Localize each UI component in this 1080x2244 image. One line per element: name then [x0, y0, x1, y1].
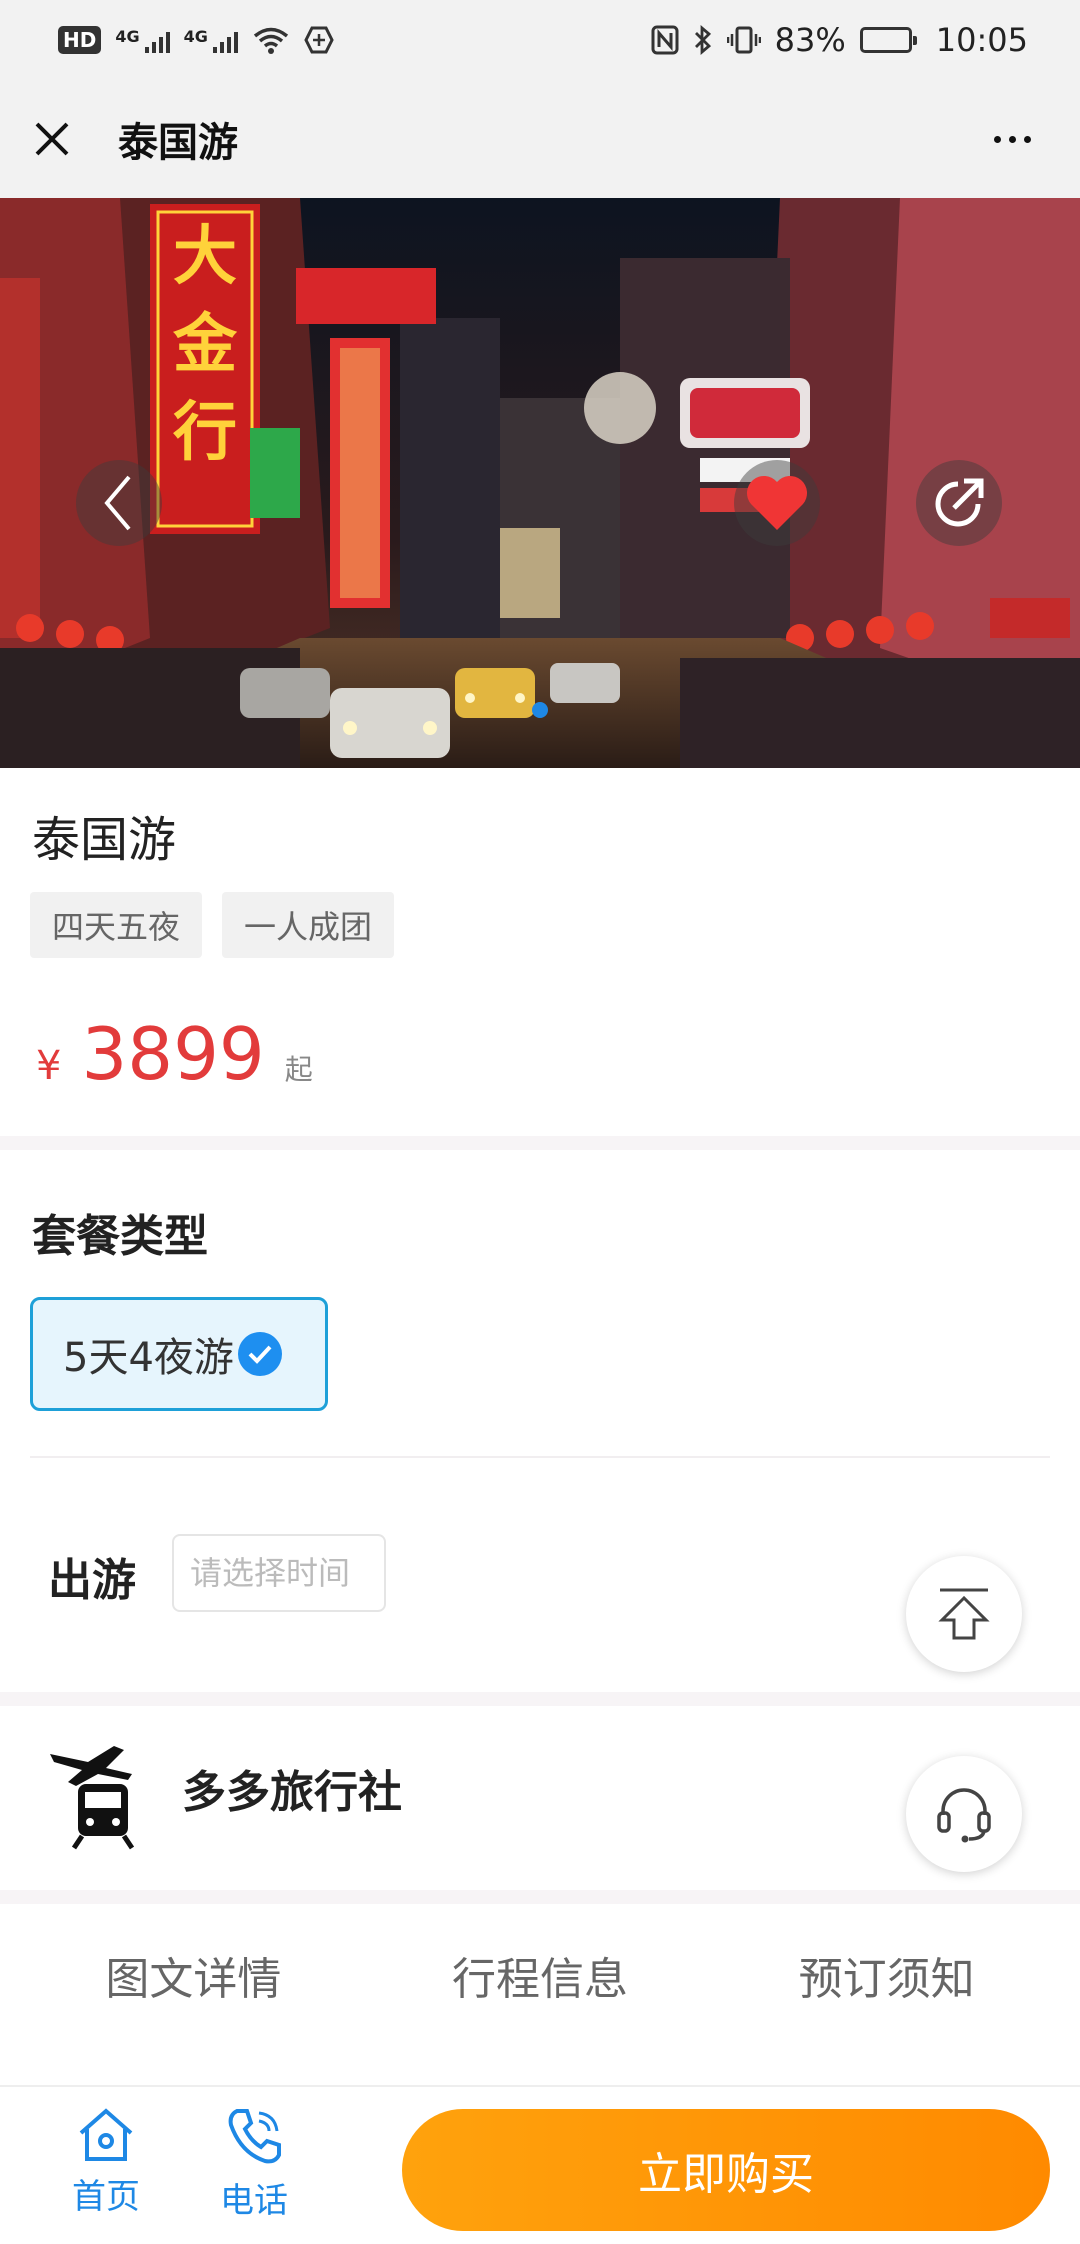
- favorite-button[interactable]: [734, 460, 820, 546]
- page-title: 泰国游: [118, 120, 238, 166]
- section-divider: [0, 1692, 1080, 1706]
- vibrate-icon: [726, 26, 761, 54]
- tab-booking-notes[interactable]: 预订须知: [737, 1943, 1037, 2007]
- nav-home-label: 首页: [72, 2177, 140, 2217]
- hero-image[interactable]: 大 金 行: [0, 198, 1080, 768]
- close-icon: [35, 122, 69, 156]
- shield-icon: [304, 26, 334, 54]
- more-button[interactable]: [982, 117, 1042, 161]
- tab-itinerary[interactable]: 行程信息: [390, 1943, 690, 2007]
- product-tags: 四天五夜 一人成团: [30, 892, 395, 958]
- tag-duration: 四天五夜: [30, 892, 203, 958]
- check-icon: [237, 1332, 282, 1376]
- clock: 10:05: [935, 21, 1028, 59]
- signal-icon: 4G: [115, 27, 170, 53]
- customer-service-button[interactable]: [906, 1756, 1022, 1872]
- departure-date-input[interactable]: [172, 1534, 386, 1612]
- hd-badge: HD: [58, 26, 102, 54]
- close-button[interactable]: [30, 117, 74, 161]
- nav-phone-label: 电话: [220, 2181, 288, 2221]
- street-scene-image: 大 金 行: [0, 198, 1080, 768]
- price-amount: 3899: [81, 1012, 265, 1096]
- package-option-label: 5天4夜游: [63, 1335, 234, 1381]
- price: ¥ 3899 起: [36, 1012, 313, 1096]
- product-title: 泰国游: [32, 812, 177, 868]
- share-button[interactable]: [916, 460, 1002, 546]
- tag-group: 一人成团: [222, 892, 395, 958]
- nfc-icon: [651, 25, 679, 55]
- section-divider: [0, 1890, 1080, 1904]
- share-icon: [935, 478, 984, 527]
- battery-icon: [859, 27, 917, 53]
- detail-tabs: 图文详情 行程信息 预订须知: [0, 1930, 1080, 2020]
- package-option[interactable]: 5天4夜游: [30, 1297, 328, 1411]
- heart-icon: [746, 475, 808, 530]
- package-section-title: 套餐类型: [32, 1211, 208, 1262]
- status-right: 83% 10:05: [651, 21, 1028, 59]
- carousel-indicator[interactable]: [532, 702, 548, 718]
- bottom-bar: 首页 电话 立即购买: [0, 2085, 1080, 2244]
- section-divider: [0, 1136, 1080, 1150]
- home-icon: [79, 2108, 133, 2161]
- chevron-left-icon: [104, 475, 131, 531]
- plane-train-icon: [50, 1746, 135, 1850]
- divider: [30, 1456, 1050, 1458]
- title-bar: 泰国游: [0, 80, 1080, 198]
- wifi-icon: [253, 27, 288, 54]
- checkmark-glyph: [248, 1345, 272, 1364]
- battery-percent: 83%: [774, 21, 846, 59]
- buy-now-button[interactable]: 立即购买: [402, 2109, 1050, 2231]
- agency-name[interactable]: 多多旅行社: [182, 1756, 402, 1820]
- headset-icon: [937, 1788, 991, 1843]
- phone-icon: [228, 2109, 281, 2164]
- price-suffix: 起: [284, 1053, 313, 1086]
- network-type-2: 4G: [183, 27, 208, 46]
- nav-home[interactable]: 首页: [46, 2105, 166, 2218]
- status-bar: HD 4G 4G 83% 10:05: [0, 0, 1080, 80]
- sign-char: 行: [173, 396, 237, 470]
- nav-phone[interactable]: 电话: [194, 2105, 314, 2222]
- departure-label: 出游: [48, 1555, 136, 1606]
- more-icon: [993, 135, 1001, 143]
- network-type-1: 4G: [115, 27, 140, 46]
- signal-icon: 4G: [184, 27, 238, 53]
- tab-details[interactable]: 图文详情: [43, 1943, 343, 2007]
- back-button[interactable]: [76, 460, 162, 546]
- back-to-top-button[interactable]: [906, 1556, 1022, 1672]
- bluetooth-icon: [694, 24, 711, 56]
- status-left: HD 4G 4G: [58, 25, 334, 55]
- sign-char: 金: [172, 308, 238, 382]
- arrow-up-icon: [938, 1588, 990, 1640]
- sign-char: 大: [173, 220, 237, 294]
- currency-symbol: ¥: [36, 1043, 62, 1089]
